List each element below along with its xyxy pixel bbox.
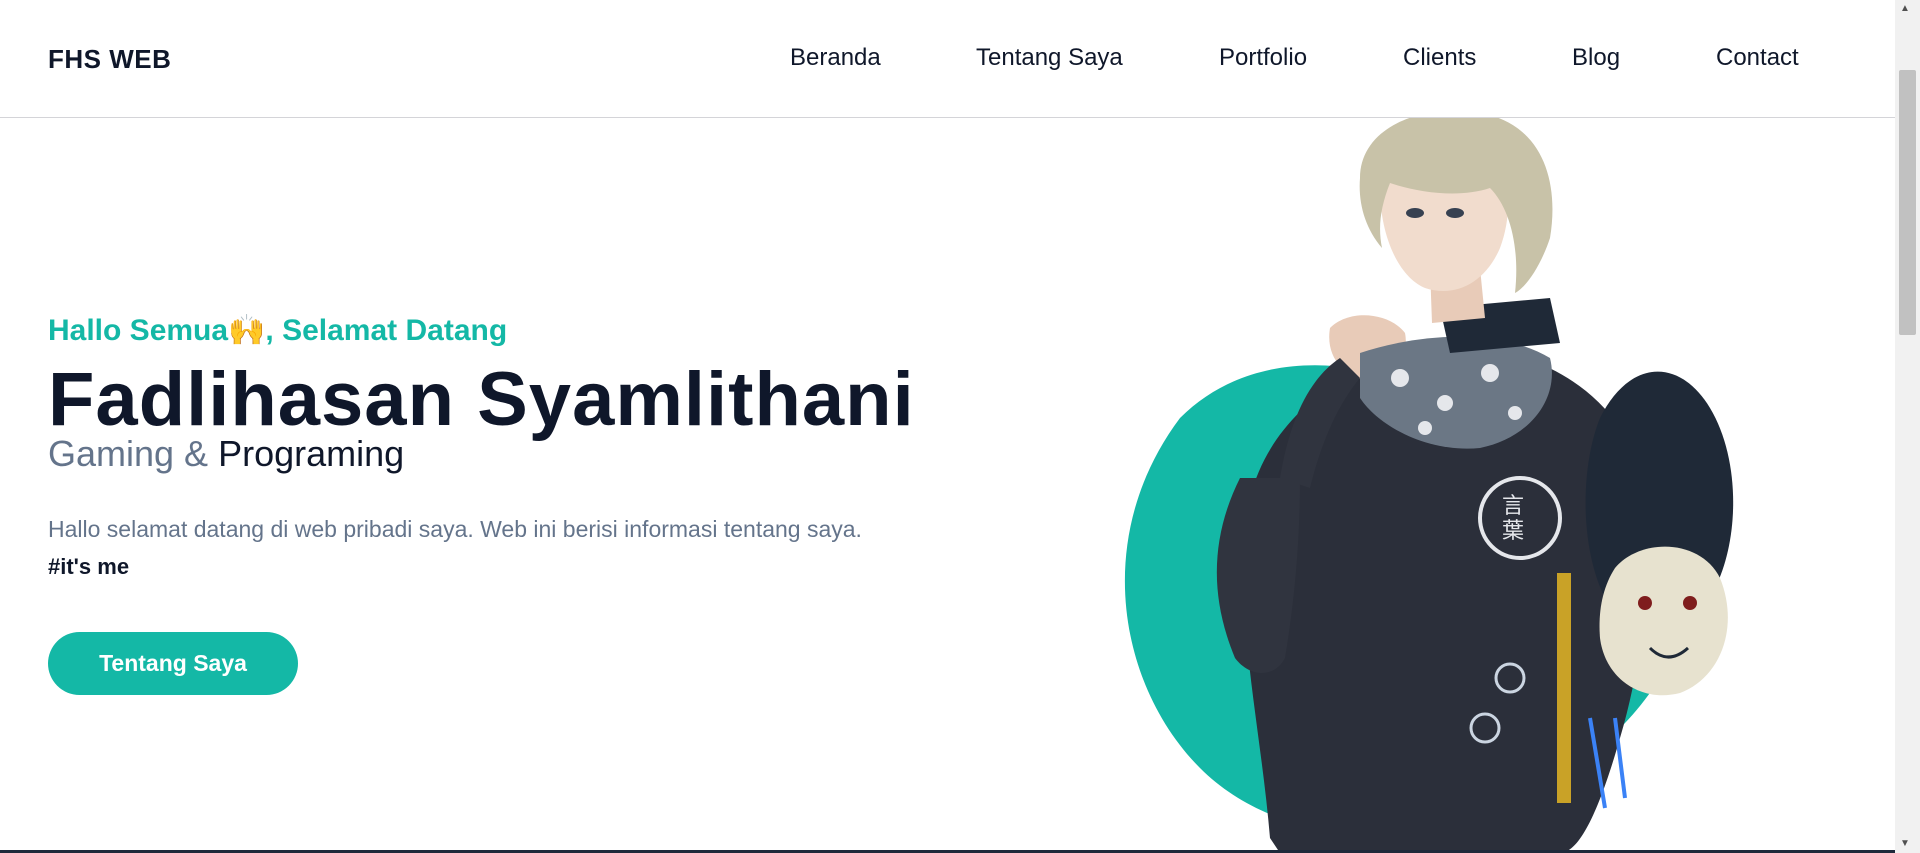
svg-text:言: 言	[1502, 494, 1524, 519]
hero-role-part2: Programing	[218, 433, 405, 474]
nav-item-contact[interactable]: Contact	[1716, 44, 1799, 72]
nav-item-blog[interactable]: Blog	[1572, 44, 1620, 72]
vertical-scrollbar[interactable]: ▲ ▼	[1895, 0, 1920, 853]
scroll-down-arrow-icon[interactable]: ▼	[1900, 839, 1910, 849]
hero-illustration: 言 葉	[1060, 118, 1780, 853]
top-navbar: FHS WEB Beranda Tentang Saya Portfolio C…	[0, 0, 1895, 118]
anime-character-portrait: 言 葉	[1124, 118, 1734, 853]
hero-description: Hallo selamat datang di web pribadi saya…	[48, 516, 862, 542]
nav-item-portfolio[interactable]: Portfolio	[1219, 44, 1307, 72]
nav-item-beranda[interactable]: Beranda	[790, 44, 881, 72]
scrollbar-thumb[interactable]	[1899, 70, 1916, 335]
nav-menu: Beranda Tentang Saya Portfolio Clients B…	[0, 44, 1895, 74]
hero-role: Gaming & Programing	[48, 433, 404, 475]
nav-item-clients[interactable]: Clients	[1403, 44, 1476, 72]
scroll-up-arrow-icon[interactable]: ▲	[1900, 4, 1910, 14]
hero-tagline: #it's me	[48, 554, 130, 579]
svg-text:葉: 葉	[1502, 519, 1524, 544]
hero-greeting: Hallo Semua🙌, Selamat Datang	[48, 314, 508, 347]
nav-item-tentang-saya[interactable]: Tentang Saya	[976, 44, 1123, 72]
tentang-saya-button[interactable]: Tentang Saya	[48, 632, 298, 695]
hero-role-part1: Gaming &	[48, 433, 209, 474]
hero-name: Fadlihasan Syamlithani	[48, 357, 915, 442]
hero-section: Hallo Semua🙌, Selamat Datang Fadlihasan …	[0, 118, 1895, 853]
